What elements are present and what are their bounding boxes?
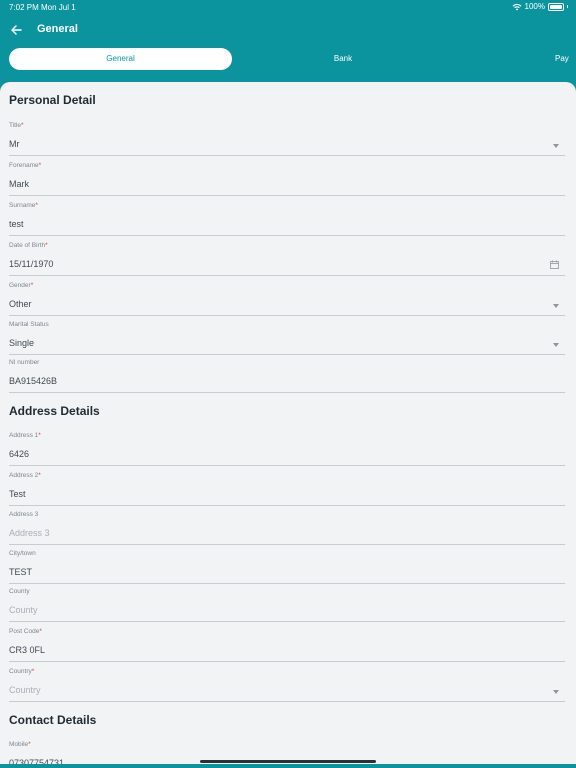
- battery-percent: 100%: [524, 2, 545, 11]
- ni-label: NI number: [9, 359, 40, 366]
- dob-label: Date of Birth*: [9, 242, 48, 249]
- city-value: TEST: [9, 567, 33, 577]
- title-label: Title*: [9, 122, 24, 129]
- tab-pay[interactable]: Pay: [540, 48, 576, 70]
- marital-status-select[interactable]: Marital Status Single: [9, 321, 565, 355]
- tab-bank[interactable]: Bank: [300, 48, 386, 70]
- country-placeholder: Country: [9, 685, 41, 695]
- bottom-strip: [0, 764, 576, 768]
- field-underline: [9, 701, 565, 702]
- address2-label: Address 2*: [9, 472, 41, 479]
- field-underline: [9, 315, 565, 316]
- gender-value: Other: [9, 299, 32, 309]
- tab-bar: General Bank Pay: [0, 48, 576, 70]
- wifi-icon: [512, 3, 521, 10]
- county-field[interactable]: County County: [9, 588, 565, 622]
- status-bar: 7:02 PM Mon Jul 1 100%: [0, 0, 576, 14]
- status-date: Mon Jul 1: [41, 3, 76, 12]
- section-title-personal: Personal Detail: [9, 93, 96, 107]
- field-underline: [9, 621, 565, 622]
- address3-label: Address 3: [9, 511, 39, 518]
- chevron-down-icon: [553, 690, 559, 694]
- page-title: General: [37, 23, 78, 35]
- county-label: County: [9, 588, 30, 595]
- field-underline: [9, 392, 565, 393]
- chevron-down-icon: [553, 343, 559, 347]
- gender-label: Gender*: [9, 282, 34, 289]
- field-underline: [9, 155, 565, 156]
- field-underline: [9, 505, 565, 506]
- forename-value: Mark: [9, 179, 29, 189]
- section-title-address: Address Details: [9, 404, 100, 418]
- post-code-field[interactable]: Post Code* CR3 0FL: [9, 628, 565, 662]
- date-of-birth-field[interactable]: Date of Birth* 15/11/1970: [9, 242, 565, 276]
- surname-field[interactable]: Surname* test: [9, 202, 565, 236]
- surname-value: test: [9, 219, 24, 229]
- ni-number-field[interactable]: NI number BA915426B: [9, 359, 565, 393]
- surname-label: Surname*: [9, 202, 38, 209]
- country-label: Country*: [9, 668, 35, 675]
- marital-value: Single: [9, 338, 35, 348]
- field-underline: [9, 235, 565, 236]
- calendar-icon[interactable]: [550, 260, 559, 269]
- app-header: General: [0, 14, 576, 46]
- postcode-value: CR3 0FL: [9, 645, 46, 655]
- battery-icon: [548, 2, 564, 11]
- field-underline: [9, 583, 565, 584]
- ni-value: BA915426B: [9, 376, 58, 386]
- dob-value: 15/11/1970: [9, 259, 54, 269]
- forename-field[interactable]: Forename* Mark: [9, 162, 565, 196]
- address2-field[interactable]: Address 2* Test: [9, 472, 565, 506]
- field-underline: [9, 465, 565, 466]
- home-indicator[interactable]: [200, 760, 376, 763]
- address3-field[interactable]: Address 3 Address 3: [9, 511, 565, 545]
- title-value: Mr: [9, 139, 20, 149]
- address3-placeholder: Address 3: [9, 528, 50, 538]
- address1-field[interactable]: Address 1* 6426: [9, 432, 565, 466]
- field-underline: [9, 661, 565, 662]
- section-title-contact: Contact Details: [9, 713, 97, 727]
- county-placeholder: County: [9, 605, 38, 615]
- field-underline: [9, 275, 565, 276]
- postcode-label: Post Code*: [9, 628, 42, 635]
- address1-value: 6426: [9, 449, 30, 459]
- country-select[interactable]: Country* Country: [9, 668, 565, 702]
- city-label: City/town: [9, 550, 36, 557]
- arrow-left-icon[interactable]: [9, 23, 23, 37]
- status-right: 100%: [512, 2, 568, 11]
- forename-label: Forename*: [9, 162, 42, 169]
- title-select[interactable]: Title* Mr: [9, 122, 565, 156]
- field-underline: [9, 544, 565, 545]
- chevron-down-icon: [553, 304, 559, 308]
- battery-tip: [567, 5, 568, 8]
- form-content: Personal Detail Title* Mr Forename* Mark…: [0, 82, 576, 766]
- tab-general[interactable]: General: [9, 48, 232, 70]
- field-underline: [9, 195, 565, 196]
- marital-label: Marital Status: [9, 321, 49, 328]
- address1-label: Address 1*: [9, 432, 41, 439]
- city-field[interactable]: City/town TEST: [9, 550, 565, 584]
- mobile-label: Mobile*: [9, 741, 31, 748]
- chevron-down-icon: [553, 144, 559, 148]
- gender-select[interactable]: Gender* Other: [9, 282, 565, 316]
- field-underline: [9, 354, 565, 355]
- status-time: 7:02 PM: [9, 3, 39, 12]
- address2-value: Test: [9, 489, 26, 499]
